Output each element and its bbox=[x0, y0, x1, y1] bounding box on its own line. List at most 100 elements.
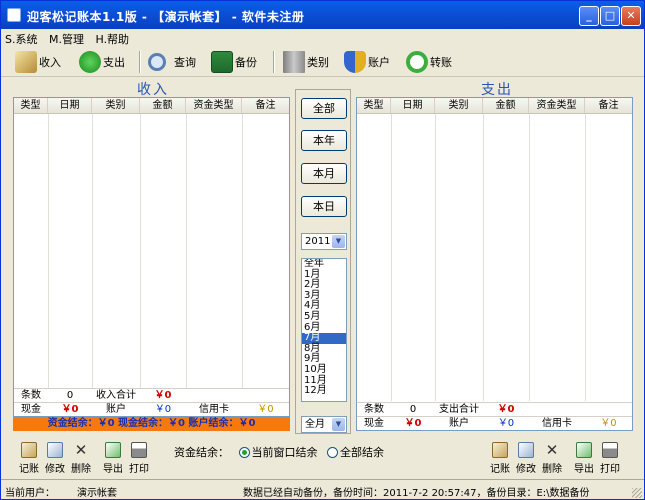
chevron-down-icon[interactable]: ▼ bbox=[332, 418, 345, 431]
edit-button[interactable]: 修改 bbox=[43, 442, 67, 475]
account-label: 账户 bbox=[106, 404, 126, 415]
all-balance-radio[interactable]: 全部结余 bbox=[327, 446, 384, 459]
print-button[interactable]: 打印 bbox=[127, 442, 151, 475]
printer-icon bbox=[602, 442, 618, 458]
export-button[interactable]: 导出 bbox=[101, 442, 125, 475]
card-label: 信用卡 bbox=[542, 418, 572, 429]
column-header[interactable]: 类型 bbox=[14, 98, 48, 113]
book-icon bbox=[283, 51, 305, 73]
count-value: 0 bbox=[66, 390, 74, 401]
edit-button[interactable]: 修改 bbox=[514, 442, 538, 475]
account-value: ￥0 bbox=[154, 404, 172, 415]
delete-button[interactable]: ✕ 删除 bbox=[69, 442, 93, 475]
title-bar[interactable]: 迎客松记账本1.1版 - 【演示帐套】 - 软件未注册 _ □ ✕ bbox=[1, 1, 644, 29]
column-header[interactable]: 备注 bbox=[242, 98, 289, 113]
record-button[interactable]: 记账 bbox=[17, 442, 41, 475]
list-item[interactable]: 5月 bbox=[302, 311, 346, 323]
total-label: 支出合计 bbox=[439, 404, 479, 415]
cash-label: 现金 bbox=[21, 404, 41, 415]
column-header[interactable]: 备注 bbox=[585, 98, 632, 113]
edit-icon bbox=[47, 442, 63, 458]
transfer-button[interactable]: 转账 bbox=[406, 49, 452, 75]
all-button[interactable]: 全部 bbox=[301, 98, 347, 119]
expense-table[interactable]: 类型 日期 类别 金额 资金类型 备注 条数 0 支出合计 ￥0 现金 ￥0 账… bbox=[356, 97, 633, 431]
year-select[interactable]: 2011 ▼ bbox=[301, 233, 347, 250]
column-header[interactable]: 类型 bbox=[357, 98, 391, 113]
column-header[interactable]: 资金类型 bbox=[186, 98, 242, 113]
column-header[interactable]: 资金类型 bbox=[529, 98, 585, 113]
radio-unchecked-icon bbox=[327, 447, 338, 458]
expense-table-header: 类型 日期 类别 金额 资金类型 备注 bbox=[357, 98, 632, 114]
pencil-edit-icon bbox=[15, 51, 37, 73]
card-label: 信用卡 bbox=[199, 404, 229, 415]
close-button[interactable]: ✕ bbox=[621, 6, 641, 26]
column-header[interactable]: 类别 bbox=[92, 98, 140, 113]
edit-icon bbox=[518, 442, 534, 458]
total-value: ￥0 bbox=[154, 390, 172, 401]
cash-value: ￥0 bbox=[404, 418, 422, 429]
total-value: ￥0 bbox=[497, 404, 515, 415]
month-range-value: 全月 bbox=[305, 419, 325, 430]
toolbar-separator bbox=[273, 51, 275, 73]
current-window-radio[interactable]: 当前窗口结余 bbox=[238, 446, 318, 459]
account-button[interactable]: 账户 bbox=[344, 49, 390, 75]
balance-mode-group: 资金结余： 当前窗口结余 全部结余 bbox=[174, 444, 384, 460]
year-select-value: 2011 bbox=[305, 236, 331, 247]
menu-help[interactable]: H.帮助 bbox=[91, 29, 133, 49]
card-value: ￥0 bbox=[600, 418, 617, 429]
green-arrow-down-icon bbox=[79, 51, 101, 73]
delete-x-icon: ✕ bbox=[74, 441, 88, 459]
print-button[interactable]: 打印 bbox=[598, 442, 622, 475]
export-icon bbox=[576, 442, 592, 458]
record-button[interactable]: 记账 bbox=[488, 442, 512, 475]
status-bar: 当前用户： 演示帐套 数据已经自动备份，备份时间：2011-7-2 20:57:… bbox=[1, 479, 644, 499]
category-button[interactable]: 类别 bbox=[283, 49, 329, 75]
notebook-icon bbox=[492, 442, 508, 458]
month-list[interactable]: 全年 1月 2月 3月 4月 5月 6月 7月 8月 9月 10月 11月 12… bbox=[301, 258, 347, 402]
this-year-button[interactable]: 本年 bbox=[301, 130, 347, 151]
chevron-down-icon[interactable]: ▼ bbox=[332, 235, 345, 248]
export-icon bbox=[105, 442, 121, 458]
column-header[interactable]: 金额 bbox=[483, 98, 529, 113]
expense-button[interactable]: 支出 bbox=[79, 49, 125, 75]
income-button[interactable]: 收入 bbox=[15, 49, 61, 75]
income-table-header: 类型 日期 类别 金额 资金类型 备注 bbox=[14, 98, 289, 114]
printer-icon bbox=[131, 442, 147, 458]
income-table[interactable]: 类型 日期 类别 金额 资金类型 备注 条数 0 收入合计 ￥0 现金 ￥0 账… bbox=[13, 97, 290, 417]
count-value: 0 bbox=[409, 404, 417, 415]
backup-button[interactable]: 备份 bbox=[211, 49, 257, 75]
month-range-select[interactable]: 全月 ▼ bbox=[301, 416, 347, 433]
period-filter-panel: 全部 本年 本月 本日 2011 ▼ 全年 1月 2月 3月 4月 5月 6月 … bbox=[295, 89, 351, 434]
column-header[interactable]: 类别 bbox=[435, 98, 483, 113]
minimize-button[interactable]: _ bbox=[579, 6, 599, 26]
menu-manage[interactable]: M.管理 bbox=[45, 29, 88, 49]
export-button[interactable]: 导出 bbox=[572, 442, 596, 475]
main-window: 迎客松记账本1.1版 - 【演示帐套】 - 软件未注册 _ □ ✕ S.系统 M… bbox=[0, 0, 645, 500]
notebook-icon bbox=[21, 442, 37, 458]
column-header[interactable]: 日期 bbox=[48, 98, 92, 113]
list-item[interactable]: 12月 bbox=[302, 386, 346, 397]
menu-bar: S.系统 M.管理 H.帮助 bbox=[1, 29, 644, 47]
column-header[interactable]: 日期 bbox=[391, 98, 435, 113]
all-balance-label: 全部结余 bbox=[340, 446, 384, 459]
menu-system[interactable]: S.系统 bbox=[1, 29, 41, 49]
total-label: 收入合计 bbox=[96, 390, 136, 401]
current-window-label: 当前窗口结余 bbox=[251, 446, 318, 459]
radio-checked-icon bbox=[238, 447, 250, 458]
app-icon bbox=[7, 8, 21, 22]
list-item[interactable]: 全年 bbox=[302, 259, 346, 270]
today-button[interactable]: 本日 bbox=[301, 196, 347, 217]
maximize-button[interactable]: □ bbox=[600, 6, 620, 26]
list-item[interactable]: 10月 bbox=[302, 364, 346, 376]
delete-button[interactable]: ✕ 删除 bbox=[540, 442, 564, 475]
account-label: 账户 bbox=[449, 418, 469, 429]
column-header[interactable]: 金额 bbox=[140, 98, 186, 113]
query-button[interactable]: 查询 bbox=[148, 49, 196, 75]
card-value: ￥0 bbox=[257, 404, 274, 415]
bottom-toolbar: 记账 修改 ✕ 删除 导出 打印 资金结余： 当前窗口结余 全部结余 记账 修改… bbox=[1, 438, 644, 478]
count-label: 条数 bbox=[364, 404, 384, 415]
this-month-button[interactable]: 本月 bbox=[301, 163, 347, 184]
resize-grip[interactable] bbox=[632, 488, 642, 498]
current-user-label: 当前用户： bbox=[5, 488, 55, 499]
toolbar: 收入 支出 查询 备份 类别 账户 转账 bbox=[1, 47, 644, 77]
